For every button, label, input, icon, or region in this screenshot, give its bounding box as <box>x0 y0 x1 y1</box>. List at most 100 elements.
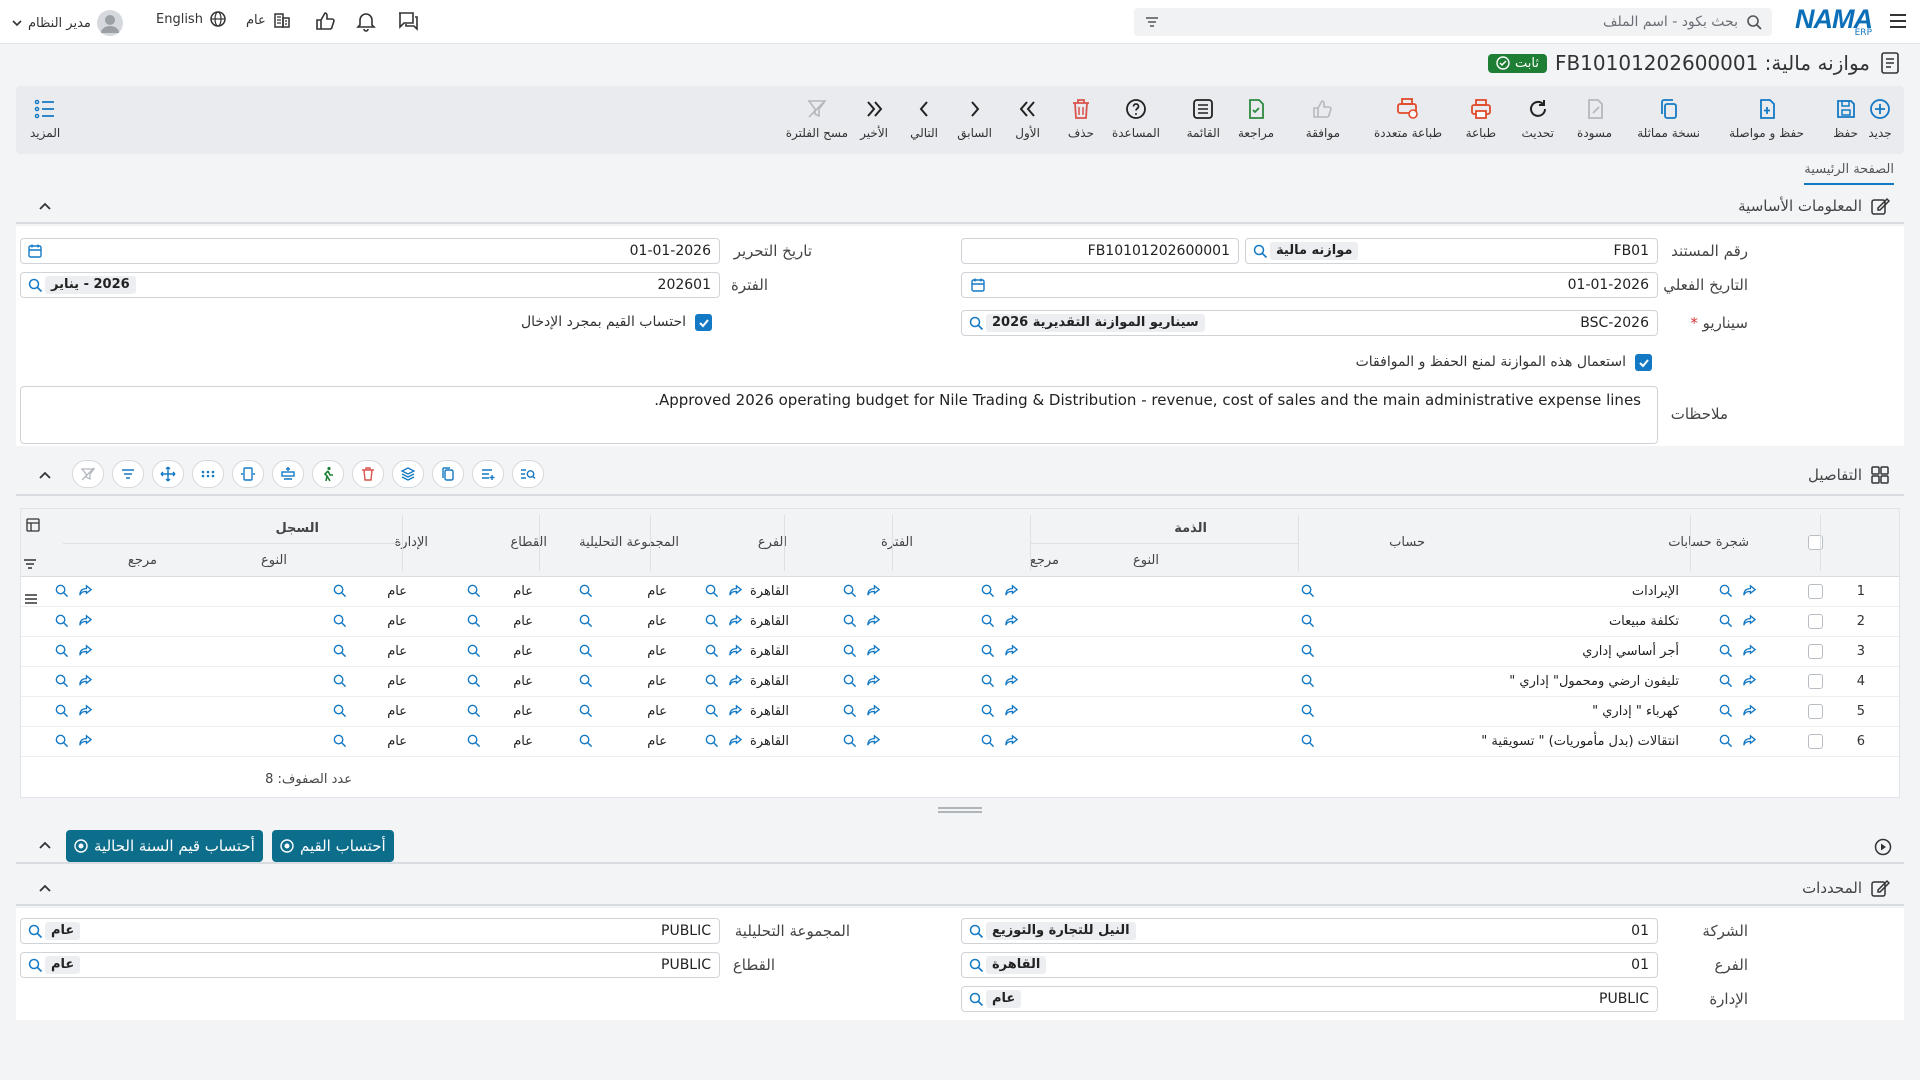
search-list-icon[interactable] <box>512 460 544 488</box>
approve-button[interactable]: موافقة <box>1306 96 1340 140</box>
draft-button[interactable]: مسودة <box>1577 96 1612 140</box>
lookup-icon[interactable] <box>466 733 481 748</box>
filter-icon[interactable] <box>1144 14 1160 30</box>
col-account[interactable]: حساب <box>1389 535 1425 550</box>
new-button[interactable]: جديد <box>1868 96 1892 140</box>
lookup-icon[interactable] <box>332 703 347 718</box>
lookup-icon[interactable] <box>968 991 984 1007</box>
lookup-icon[interactable] <box>578 583 593 598</box>
share-icon[interactable] <box>866 703 881 718</box>
save-button[interactable]: حفظ <box>1833 96 1858 140</box>
lookup-icon[interactable] <box>1300 613 1315 628</box>
filter-icon[interactable] <box>112 460 144 488</box>
calc-current-year-button[interactable]: أحتساب قيم السنة الحالية <box>66 830 263 862</box>
lookup-icon[interactable] <box>704 703 719 718</box>
multi-print-button[interactable]: طباعة متعددة <box>1374 96 1442 140</box>
share-icon[interactable] <box>728 733 743 748</box>
delete-button[interactable]: حذف <box>1068 96 1094 140</box>
lookup-icon[interactable] <box>1300 583 1315 598</box>
edit-date-field[interactable]: 01-01-2026 <box>20 238 720 264</box>
tab-main[interactable]: الصفحة الرئيسية <box>1804 162 1894 185</box>
chat-icon[interactable] <box>396 10 420 32</box>
lookup-icon[interactable] <box>704 583 719 598</box>
table-row[interactable]: 3 أجر أساسي إداري القاهرة عام عام عام <box>21 637 1899 667</box>
row-checkbox[interactable] <box>1808 584 1823 599</box>
lookup-icon[interactable] <box>968 923 984 939</box>
save-continue-button[interactable]: حفظ و مواصلة <box>1729 96 1804 140</box>
chevron-up-icon[interactable] <box>38 883 52 893</box>
col-ref2[interactable]: مرجع <box>128 553 157 568</box>
lookup-icon[interactable] <box>332 613 347 628</box>
lookup-icon[interactable] <box>980 733 995 748</box>
share-icon[interactable] <box>78 733 93 748</box>
lookup-icon[interactable] <box>466 673 481 688</box>
chevron-up-icon[interactable] <box>38 201 52 211</box>
table-row[interactable]: 4 تليفون ارضي ومحمول" إداري " القاهرة عام عا… <box>21 667 1899 697</box>
dots-grid-icon[interactable] <box>192 460 224 488</box>
next-button[interactable]: التالي <box>910 96 938 140</box>
scenario-field[interactable]: BSC-2026 سيناريو الموازنة التقديرية 2026 <box>961 310 1658 336</box>
analytic-field[interactable]: PUBLIC عام <box>20 918 720 944</box>
calc-on-entry-checkbox[interactable] <box>695 314 712 331</box>
lookup-icon[interactable] <box>704 613 719 628</box>
share-icon[interactable] <box>1004 673 1019 688</box>
doc-type-field[interactable]: FB01 موازنه مالية <box>1245 238 1658 264</box>
share-icon[interactable] <box>1004 733 1019 748</box>
lookup-icon[interactable] <box>332 583 347 598</box>
lookup-icon[interactable] <box>54 613 69 628</box>
lookup-icon[interactable] <box>578 613 593 628</box>
col-analytic[interactable]: المجموعة التحليلية <box>579 535 679 550</box>
lookup-icon[interactable] <box>842 703 857 718</box>
row-checkbox[interactable] <box>1808 734 1823 749</box>
share-icon[interactable] <box>866 673 881 688</box>
lookup-icon[interactable] <box>332 733 347 748</box>
help-button[interactable]: المساعدة <box>1112 96 1160 140</box>
share-icon[interactable] <box>1742 703 1757 718</box>
lookup-icon[interactable] <box>704 643 719 658</box>
col-ref[interactable]: مرجع <box>1030 553 1059 568</box>
bell-icon[interactable] <box>355 10 377 32</box>
share-icon[interactable] <box>78 673 93 688</box>
lookup-icon[interactable] <box>980 703 995 718</box>
print-button[interactable]: طباعة <box>1466 96 1496 140</box>
lookup-icon[interactable] <box>466 703 481 718</box>
first-button[interactable]: الأول <box>1015 96 1040 140</box>
lookup-icon[interactable] <box>842 673 857 688</box>
calc-values-button[interactable]: أحتساب القيم <box>272 830 394 862</box>
lookup-icon[interactable] <box>1718 733 1733 748</box>
copy-row-icon[interactable] <box>432 460 464 488</box>
app-logo[interactable]: NAMA ERP <box>1795 6 1873 39</box>
share-icon[interactable] <box>728 583 743 598</box>
lookup-icon[interactable] <box>578 673 593 688</box>
column-width-icon[interactable] <box>232 460 264 488</box>
department-field[interactable]: PUBLIC عام <box>961 986 1658 1012</box>
run-icon[interactable] <box>312 460 344 488</box>
menu-icon[interactable] <box>1888 12 1908 30</box>
lookup-icon[interactable] <box>968 957 984 973</box>
lookup-icon[interactable] <box>332 643 347 658</box>
play-circle-icon[interactable] <box>1874 838 1892 856</box>
row-checkbox[interactable] <box>1808 674 1823 689</box>
lookup-icon[interactable] <box>842 583 857 598</box>
share-icon[interactable] <box>728 613 743 628</box>
lookup-icon[interactable] <box>54 673 69 688</box>
scope-selector[interactable]: عام <box>246 10 292 30</box>
share-icon[interactable] <box>78 583 93 598</box>
table-row[interactable]: 6 انتقالات (بدل مأموريات) " تسويقية " القا… <box>21 727 1899 757</box>
lookup-icon[interactable] <box>980 583 995 598</box>
col-period[interactable]: الفترة <box>881 535 913 550</box>
lookup-icon[interactable] <box>980 643 995 658</box>
col-branch[interactable]: الفرع <box>758 535 787 550</box>
column-chooser-icon[interactable] <box>25 517 41 533</box>
company-field[interactable]: 01 النيل للتجارة والتوزيع <box>961 918 1658 944</box>
language-switch[interactable]: English <box>156 10 227 28</box>
previous-button[interactable]: السابق <box>957 96 992 140</box>
dimensions-header[interactable]: المحددات <box>16 872 1904 906</box>
lookup-icon[interactable] <box>1718 703 1733 718</box>
period-field[interactable]: 202601 2026 - يناير <box>20 272 720 298</box>
delete-row-icon[interactable] <box>352 460 384 488</box>
lookup-icon[interactable] <box>842 733 857 748</box>
lookup-icon[interactable] <box>1718 673 1733 688</box>
lookup-icon[interactable] <box>1718 583 1733 598</box>
share-icon[interactable] <box>1004 643 1019 658</box>
